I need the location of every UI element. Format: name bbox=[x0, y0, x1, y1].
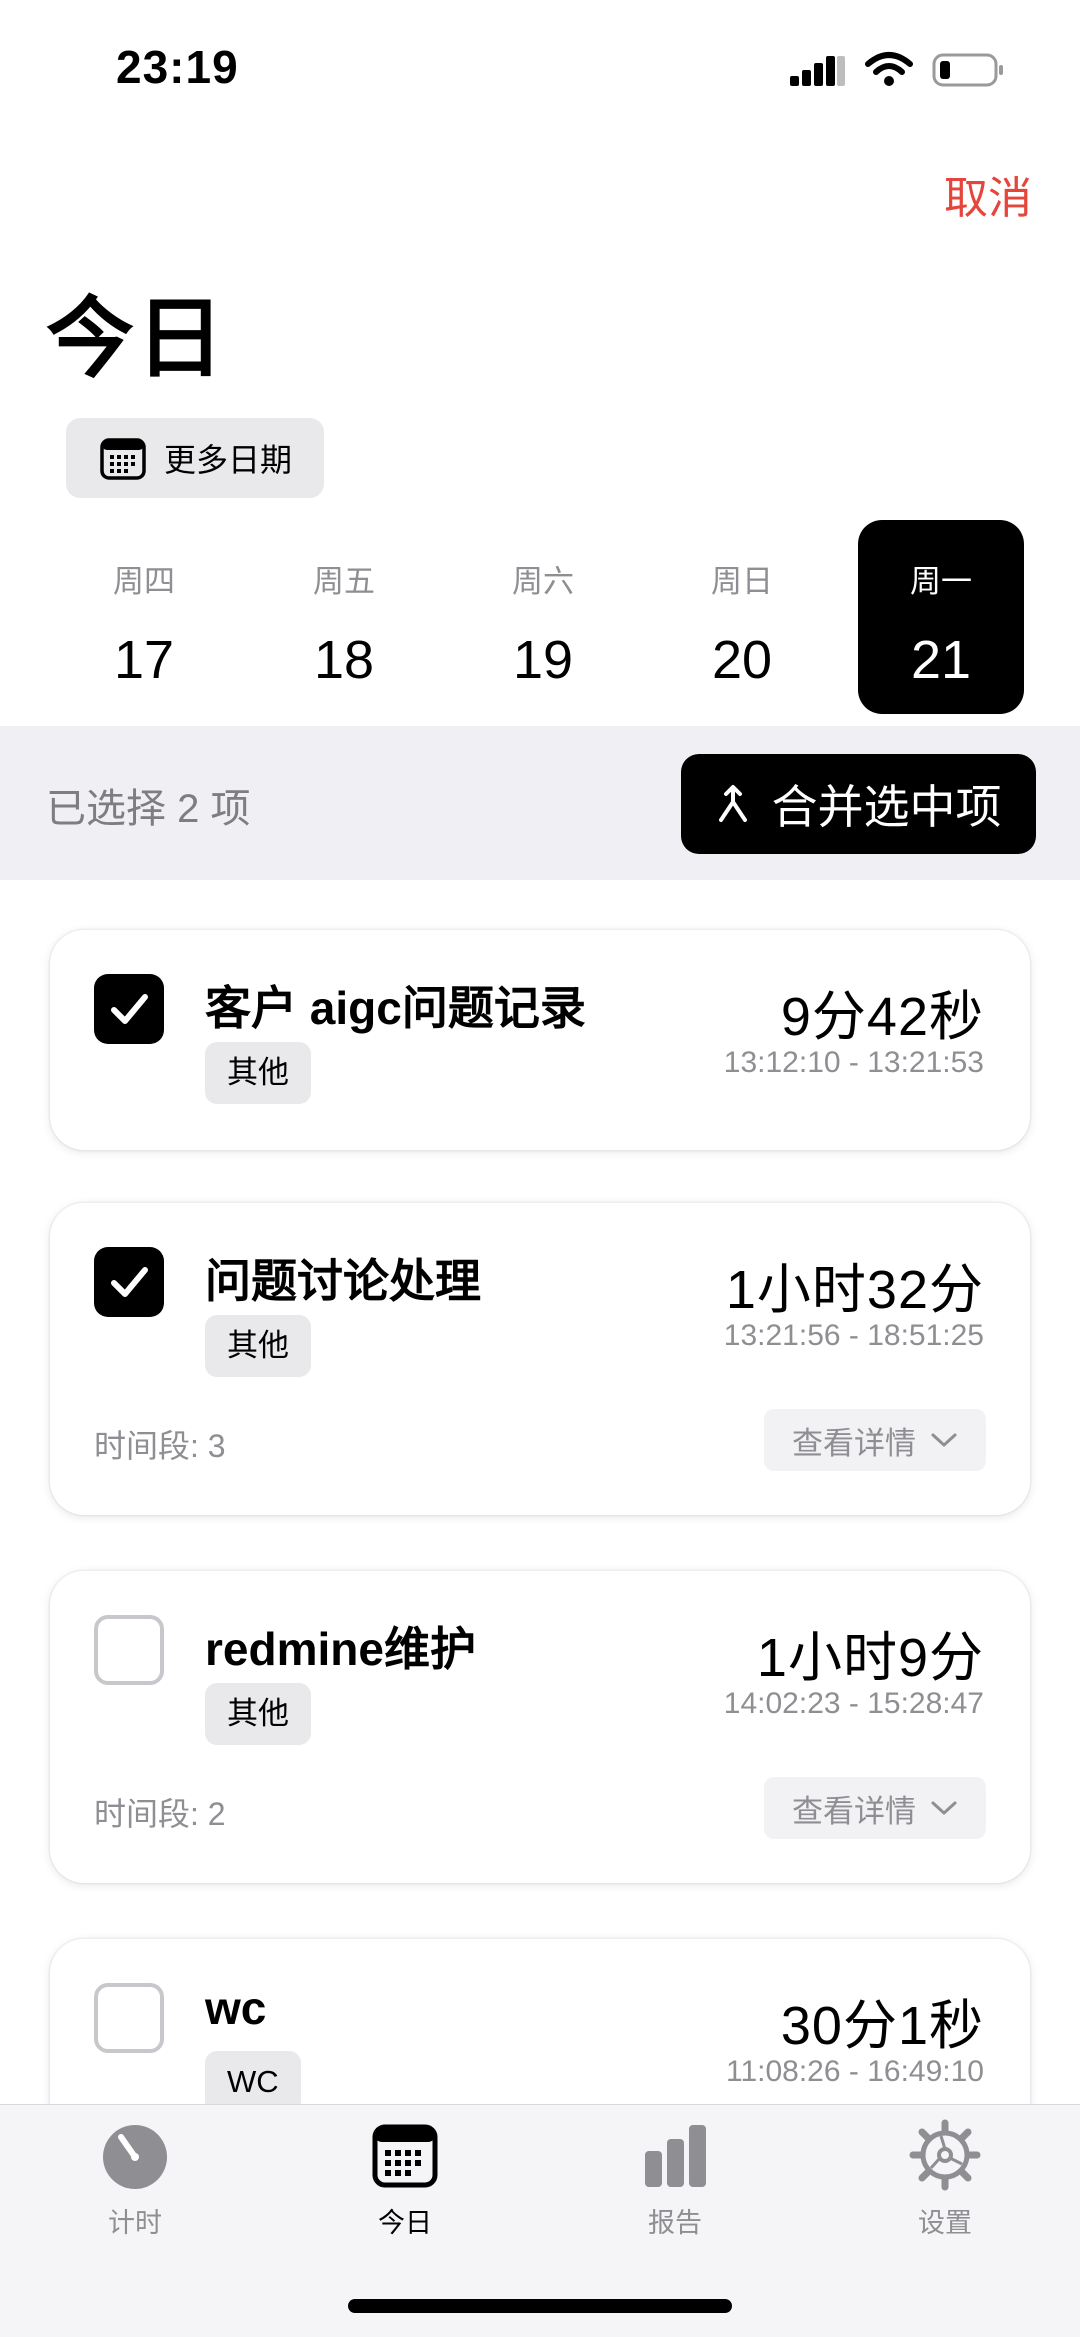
tab-report[interactable]: 报告 bbox=[575, 2119, 775, 2249]
task-name: redmine维护 bbox=[205, 1623, 476, 1675]
timer-icon bbox=[103, 2125, 167, 2189]
task-checkbox-checked[interactable] bbox=[94, 1247, 164, 1317]
more-dates-button[interactable]: 更多日期 bbox=[66, 418, 324, 498]
view-details-label: 查看详情 bbox=[792, 1793, 916, 1829]
tab-label: 设置 bbox=[918, 2208, 972, 2238]
tab-timer[interactable]: 计时 bbox=[35, 2119, 235, 2249]
day-number: 20 bbox=[711, 630, 773, 690]
category-tag: 其他 bbox=[205, 1042, 311, 1104]
task-checkbox-checked[interactable] bbox=[94, 974, 164, 1044]
category-tag: WC bbox=[205, 2051, 301, 2104]
gear-icon bbox=[909, 2119, 981, 2191]
task-list: 客户 aigc问题记录 其他 9分42秒 13:12:10 - 13:21:53… bbox=[0, 880, 1080, 2104]
task-name: wc bbox=[205, 1982, 267, 2034]
weekday-label: 周六 bbox=[512, 564, 574, 599]
tab-settings[interactable]: 设置 bbox=[845, 2119, 1045, 2249]
tab-label: 计时 bbox=[108, 2208, 162, 2238]
tab-label: 报告 bbox=[648, 2208, 702, 2238]
more-dates-label: 更多日期 bbox=[164, 442, 293, 478]
day-sun-20[interactable]: 周日 20 bbox=[659, 520, 825, 714]
task-time-range: 14:02:23 - 15:28:47 bbox=[723, 1687, 984, 1720]
tab-label: 今日 bbox=[378, 2208, 432, 2238]
checkmark-icon bbox=[111, 994, 148, 1024]
day-number: 17 bbox=[113, 630, 175, 690]
day-number: 19 bbox=[512, 630, 574, 690]
page-title: 今日 bbox=[46, 289, 227, 388]
calendar-icon bbox=[372, 2124, 438, 2188]
segment-count: 时间段: 2 bbox=[94, 1796, 226, 1832]
chevron-down-icon bbox=[931, 1433, 957, 1447]
merge-selected-button[interactable]: 合并选中项 bbox=[681, 754, 1036, 854]
home-indicator bbox=[348, 2299, 732, 2313]
status-time: 23:19 bbox=[116, 41, 239, 93]
merge-label: 合并选中项 bbox=[771, 781, 1002, 833]
view-details-button[interactable]: 查看详情 bbox=[764, 1777, 986, 1839]
checkmark-icon bbox=[111, 1267, 148, 1297]
tab-today[interactable]: 今日 bbox=[305, 2119, 505, 2249]
task-time-range: 13:12:10 - 13:21:53 bbox=[723, 1046, 984, 1079]
day-mon-21-selected[interactable]: 周一 21 bbox=[858, 520, 1024, 714]
task-duration: 1小时32分 bbox=[725, 1260, 984, 1320]
task-time-range: 11:08:26 - 16:49:10 bbox=[726, 2055, 984, 2088]
cellular-signal-icon bbox=[790, 56, 845, 86]
task-card[interactable]: redmine维护 其他 1小时9分 14:02:23 - 15:28:47 时… bbox=[50, 1571, 1030, 1883]
day-number: 18 bbox=[313, 630, 375, 690]
view-details-label: 查看详情 bbox=[792, 1425, 916, 1461]
merge-icon bbox=[718, 785, 747, 822]
task-checkbox-unchecked[interactable] bbox=[94, 1615, 164, 1685]
day-thu-17[interactable]: 周四 17 bbox=[61, 520, 227, 714]
category-tag: 其他 bbox=[205, 1315, 311, 1377]
day-sat-19[interactable]: 周六 19 bbox=[460, 520, 626, 714]
task-duration: 9分42秒 bbox=[780, 987, 984, 1047]
day-fri-18[interactable]: 周五 18 bbox=[261, 520, 427, 714]
task-name: 客户 aigc问题记录 bbox=[205, 982, 586, 1034]
weekday-label: 周五 bbox=[313, 564, 375, 599]
task-card[interactable]: wc WC 30分1秒 11:08:26 - 16:49:10 bbox=[50, 1939, 1030, 2104]
segment-count: 时间段: 3 bbox=[94, 1428, 226, 1464]
task-name: 问题讨论处理 bbox=[205, 1255, 481, 1307]
task-card[interactable]: 客户 aigc问题记录 其他 9分42秒 13:12:10 - 13:21:53 bbox=[50, 930, 1030, 1150]
weekday-label: 周四 bbox=[113, 564, 175, 599]
weekday-label: 周一 bbox=[910, 564, 972, 599]
battery-icon bbox=[932, 53, 1003, 87]
bar-chart-icon bbox=[645, 2125, 706, 2187]
day-number: 21 bbox=[910, 630, 972, 690]
calendar-icon bbox=[100, 438, 146, 480]
view-details-button[interactable]: 查看详情 bbox=[764, 1409, 986, 1471]
tab-bar: 计时 今日 报告 设置 bbox=[0, 2104, 1080, 2337]
cancel-button[interactable]: 取消 bbox=[944, 162, 1032, 226]
category-tag: 其他 bbox=[205, 1683, 311, 1745]
task-duration: 30分1秒 bbox=[780, 1996, 984, 2056]
task-duration: 1小时9分 bbox=[756, 1628, 984, 1688]
task-time-range: 13:21:56 - 18:51:25 bbox=[723, 1319, 984, 1352]
chevron-down-icon bbox=[931, 1801, 957, 1815]
weekday-label: 周日 bbox=[711, 564, 773, 599]
wifi-icon bbox=[865, 52, 913, 86]
selection-bar: 已选择 2 项 合并选中项 bbox=[0, 726, 1080, 880]
task-card[interactable]: 问题讨论处理 其他 1小时32分 13:21:56 - 18:51:25 时间段… bbox=[50, 1203, 1030, 1515]
status-bar: 23:19 bbox=[0, 0, 1080, 140]
selected-count: 已选择 2 项 bbox=[46, 787, 251, 831]
week-strip: 周四 17 周五 18 周六 19 周日 20 周一 21 bbox=[0, 520, 1080, 720]
task-checkbox-unchecked[interactable] bbox=[94, 1983, 164, 2053]
